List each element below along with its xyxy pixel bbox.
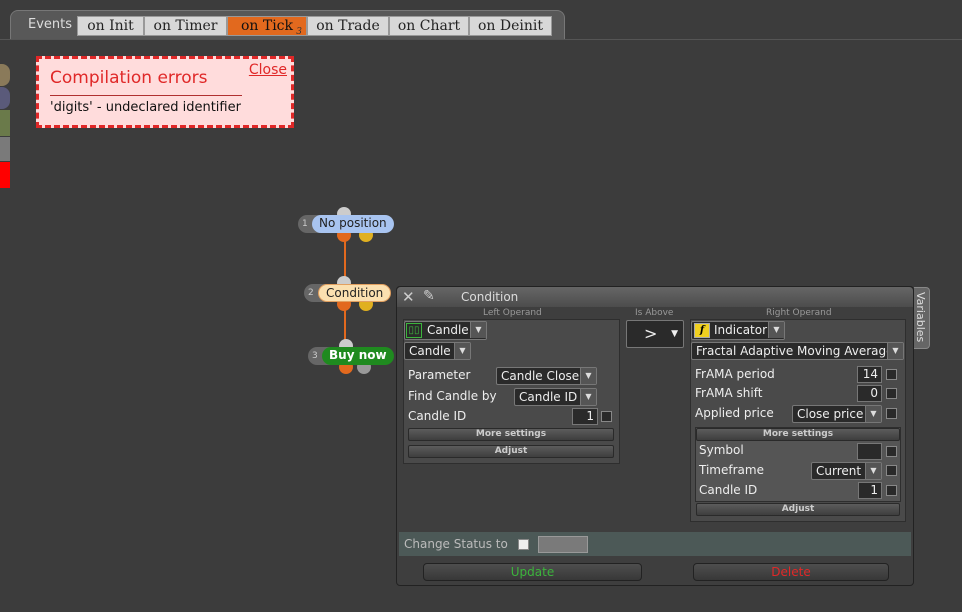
caret-down-icon: ▼ [671,329,678,339]
chevron-down-icon: ▼ [454,343,470,359]
left-edge-swatch-red[interactable] [0,162,10,188]
candle-icon: ▯▯ [406,323,422,338]
frama-period-checkbox[interactable] [886,369,897,380]
symbol-label: Symbol [699,443,744,457]
tab-on-timer[interactable]: on Timer [144,16,227,36]
applied-price-select[interactable]: Close price ▼ [792,405,882,423]
left-more-settings-button[interactable]: More settings [408,428,614,441]
right-adjust-button[interactable]: Adjust [696,503,900,516]
timeframe-checkbox[interactable] [886,465,897,476]
tab-on-tick[interactable]: on Tick 3 [227,16,307,37]
applied-price-value: Close price [797,407,864,421]
right-operand-type-value: Indicator [714,323,768,337]
tab-on-tick-label: on Tick [240,18,294,34]
chevron-down-icon: ▼ [887,343,903,359]
parameter-value: Candle Close [501,369,580,383]
frama-shift-checkbox[interactable] [886,388,897,399]
left-adjust-button[interactable]: Adjust [408,445,614,458]
variables-tab-label: Variables [914,292,927,343]
right-candle-id-checkbox[interactable] [886,485,897,496]
error-message: 'digits' - undeclared identifier [50,100,241,115]
applied-price-checkbox[interactable] [886,408,897,419]
compilation-errors-box: Compilation errors Close 'digits' - unde… [36,56,294,128]
events-label: Events [28,17,73,32]
timeframe-label: Timeframe [699,463,764,477]
right-candle-id-input[interactable]: 1 [858,482,882,499]
timeframe-select[interactable]: Current ▼ [811,462,882,480]
chevron-down-icon: ▼ [768,322,784,338]
candle-subtype-value: Candle [409,344,451,358]
operator-value: > [644,324,658,343]
error-divider [50,95,242,96]
parameter-label: Parameter [408,368,471,382]
operator-select[interactable]: > ▼ [626,320,684,348]
frama-shift-label: FrAMA shift [695,386,763,400]
events-tab-bar: Events on Init on Timer on Tick 3 on Tra… [10,10,565,40]
left-edge-swatch-indigo[interactable] [0,87,10,109]
find-candle-value: Candle ID [519,390,578,404]
chevron-down-icon: ▼ [865,406,881,422]
candle-id-label: Candle ID [408,409,467,423]
left-edge-swatch-olive[interactable] [0,110,10,136]
parameter-select[interactable]: Candle Close ▼ [496,367,597,385]
change-status-label: Change Status to [404,537,508,551]
tab-on-deinit[interactable]: on Deinit [469,16,552,36]
frama-period-label: FrAMA period [695,367,775,381]
workspace-divider [0,39,962,40]
node-buy-now[interactable]: Buy now [322,347,394,365]
indicator-value: Fractal Adaptive Moving Average [696,344,894,358]
condition-panel-header[interactable]: ✕ ✎ Condition [397,287,913,307]
symbol-checkbox[interactable] [886,446,897,457]
function-icon: f [694,323,710,338]
node-no-position[interactable]: No position [312,215,394,233]
frama-period-input[interactable]: 14 [857,366,882,383]
tab-on-init[interactable]: on Init [77,16,144,36]
right-candle-id-label: Candle ID [699,483,758,497]
candle-id-input[interactable]: 1 [572,408,598,425]
panel-title: Condition [461,290,519,304]
chevron-down-icon: ▼ [580,389,596,405]
symbol-input[interactable] [857,443,882,460]
chevron-down-icon: ▼ [865,463,881,479]
find-candle-select[interactable]: Candle ID ▼ [514,388,597,406]
left-operand-label: Left Operand [483,308,542,318]
frama-shift-input[interactable]: 0 [857,385,882,402]
left-edge-swatch-tan[interactable] [0,64,10,86]
change-status-row: Change Status to [399,532,911,556]
tab-on-chart[interactable]: on Chart [389,16,469,36]
error-title: Compilation errors [50,68,208,88]
indicator-select[interactable]: Fractal Adaptive Moving Average ▼ [691,342,904,360]
change-status-select[interactable] [538,536,588,553]
close-icon[interactable]: ✕ [402,288,415,306]
variables-tab[interactable]: Variables [914,287,930,349]
timeframe-value: Current [816,464,862,478]
delete-button[interactable]: Delete [693,563,889,581]
chevron-down-icon: ▼ [470,322,486,338]
candle-subtype-select[interactable]: Candle ▼ [404,342,471,360]
left-operand-type-value: Candle [427,323,469,337]
find-candle-label: Find Candle by [408,389,497,403]
error-close-link[interactable]: Close [249,62,287,78]
left-edge-swatch-gray[interactable] [0,137,10,161]
right-operand-label: Right Operand [766,308,832,318]
candle-id-checkbox[interactable] [601,411,612,422]
tab-on-trade[interactable]: on Trade [307,16,389,36]
node-condition[interactable]: Condition [318,284,392,302]
change-status-checkbox[interactable] [518,539,529,550]
chevron-down-icon: ▼ [580,368,596,384]
right-more-settings-button[interactable]: More settings [696,428,900,441]
update-button[interactable]: Update [423,563,642,581]
pin-icon[interactable]: ✎ [423,288,435,304]
operator-label: Is Above [635,308,674,318]
applied-price-label: Applied price [695,406,774,420]
